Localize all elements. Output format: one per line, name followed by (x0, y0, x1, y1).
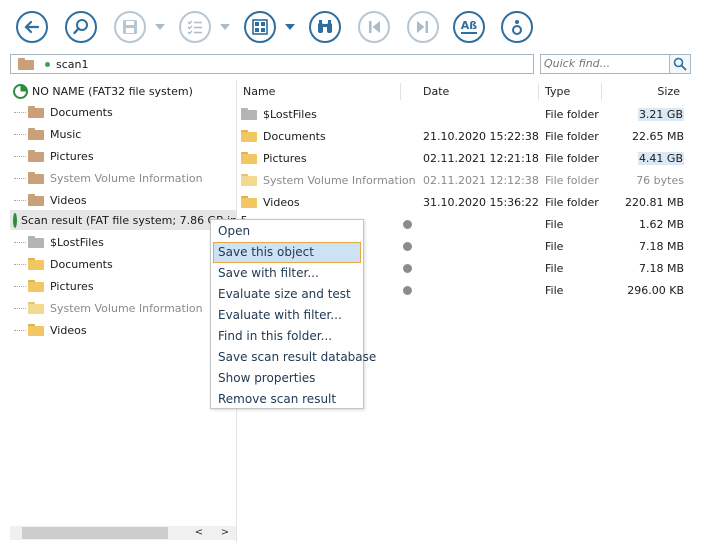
folder-icon (28, 106, 44, 118)
folder-icon (241, 152, 257, 164)
folder-icon (241, 196, 257, 208)
tree-item[interactable]: Music (10, 124, 81, 144)
column-header-type[interactable]: Type (545, 85, 570, 98)
view-dropdown-arrow[interactable] (285, 24, 295, 30)
search-button[interactable] (65, 11, 97, 43)
encoding-button[interactable]: Aß (453, 11, 485, 43)
back-button[interactable] (16, 11, 48, 43)
tree-root-scan-result[interactable]: Scan result (FAT file system; 7.86 GB in… (10, 210, 248, 230)
view-button[interactable] (244, 11, 276, 43)
column-header-date[interactable]: Date (423, 85, 449, 98)
file-dot-icon (403, 286, 412, 295)
properties-button[interactable] (501, 11, 533, 43)
quick-find-box[interactable] (540, 54, 670, 74)
menu-item-evaluate-with-filter[interactable]: Evaluate with filter... (213, 305, 361, 326)
table-row[interactable]: $LostFiles File folder 3.21 GB (237, 103, 692, 125)
address-bar[interactable]: scan1 (10, 54, 534, 74)
search-icon (73, 19, 88, 35)
checklist-icon (187, 20, 202, 35)
scroll-left-icon[interactable]: < (192, 526, 206, 540)
grid-view-icon (252, 19, 268, 35)
save-button[interactable] (114, 11, 146, 43)
folder-icon (241, 130, 257, 142)
status-dot-icon (45, 62, 50, 67)
text-encoding-icon: Aß (460, 19, 478, 34)
mark-button[interactable] (179, 11, 211, 43)
mark-dropdown-arrow[interactable] (220, 24, 230, 30)
folder-icon (28, 258, 44, 270)
list-header: Name Date Type Size (237, 80, 692, 102)
folder-icon (28, 324, 44, 336)
menu-item-find-in-this-folder[interactable]: Find in this folder... (213, 326, 361, 347)
tree-item[interactable]: Pictures (10, 276, 94, 296)
folder-icon (28, 172, 44, 184)
grey-folder-icon (28, 236, 44, 248)
previous-icon (369, 21, 380, 33)
menu-item-show-properties[interactable]: Show properties (213, 368, 361, 389)
file-dot-icon (403, 264, 412, 273)
quick-find-input[interactable] (544, 55, 668, 72)
tree-root-label: NO NAME (FAT32 file system) (32, 84, 193, 98)
save-dropdown-arrow[interactable] (155, 24, 165, 30)
info-icon (512, 20, 522, 35)
menu-item-open[interactable]: Open (213, 221, 361, 242)
menu-item-save-scan-result-database[interactable]: Save scan result database (213, 347, 376, 368)
system-folder-icon (28, 302, 44, 314)
menu-item-save-with-filter[interactable]: Save with filter... (213, 263, 361, 284)
column-header-name[interactable]: Name (243, 85, 275, 98)
context-menu: Open Save this object Save with filter..… (210, 219, 376, 410)
tree-item[interactable]: System Volume Information (10, 298, 203, 318)
grey-folder-icon (241, 108, 257, 120)
folder-icon (28, 150, 44, 162)
folder-icon (28, 280, 44, 292)
scrollbar-thumb[interactable] (22, 527, 168, 539)
scroll-right-icon[interactable]: > (218, 526, 232, 540)
menu-item-remove-scan-result[interactable]: Remove scan result (213, 389, 361, 410)
system-folder-icon (241, 174, 257, 186)
table-row[interactable]: System Volume Information 02.11.2021 12:… (237, 169, 692, 191)
find-button[interactable] (309, 11, 341, 43)
previous-button[interactable] (358, 11, 390, 43)
menu-item-evaluate-size-and-test[interactable]: Evaluate size and test (213, 284, 361, 305)
file-dot-icon (403, 242, 412, 251)
folder-icon (28, 194, 44, 206)
folder-icon (28, 128, 44, 140)
table-row[interactable]: Documents 21.10.2020 15:22:38 File folde… (237, 125, 692, 147)
tree-item[interactable]: Pictures (10, 146, 94, 166)
binoculars-icon (318, 20, 332, 33)
address-path: scan1 (56, 58, 89, 71)
file-dot-icon (403, 220, 412, 229)
toolbar: Aß (16, 10, 705, 46)
tree-item[interactable]: $LostFiles (10, 232, 104, 252)
next-button[interactable] (407, 11, 439, 43)
scan-result-icon (13, 212, 17, 228)
folder-tree: NO NAME (FAT32 file system) Documents Mu… (10, 80, 248, 540)
folder-icon (18, 58, 34, 70)
save-icon (123, 20, 137, 34)
tree-item[interactable]: System Volume Information (10, 168, 203, 188)
menu-item-save-this-object[interactable]: Save this object (213, 242, 361, 263)
search-icon (673, 57, 687, 71)
table-row[interactable]: Videos 31.10.2020 15:36:22 File folder 2… (237, 191, 692, 213)
quick-find-button[interactable] (669, 54, 691, 74)
tree-horizontal-scrollbar[interactable]: < > (10, 526, 236, 540)
drive-icon (13, 83, 28, 99)
tree-item[interactable]: Documents (10, 102, 113, 122)
table-row[interactable]: Pictures 02.11.2021 12:21:18 File folder… (237, 147, 692, 169)
tree-root-no-name[interactable]: NO NAME (FAT32 file system) (10, 81, 236, 101)
column-header-size[interactable]: Size (657, 85, 680, 98)
tree-item[interactable]: Videos (10, 320, 87, 340)
tree-item[interactable]: Videos (10, 190, 87, 210)
tree-item[interactable]: Documents (10, 254, 113, 274)
back-arrow-icon (24, 20, 40, 34)
next-icon (417, 21, 428, 33)
